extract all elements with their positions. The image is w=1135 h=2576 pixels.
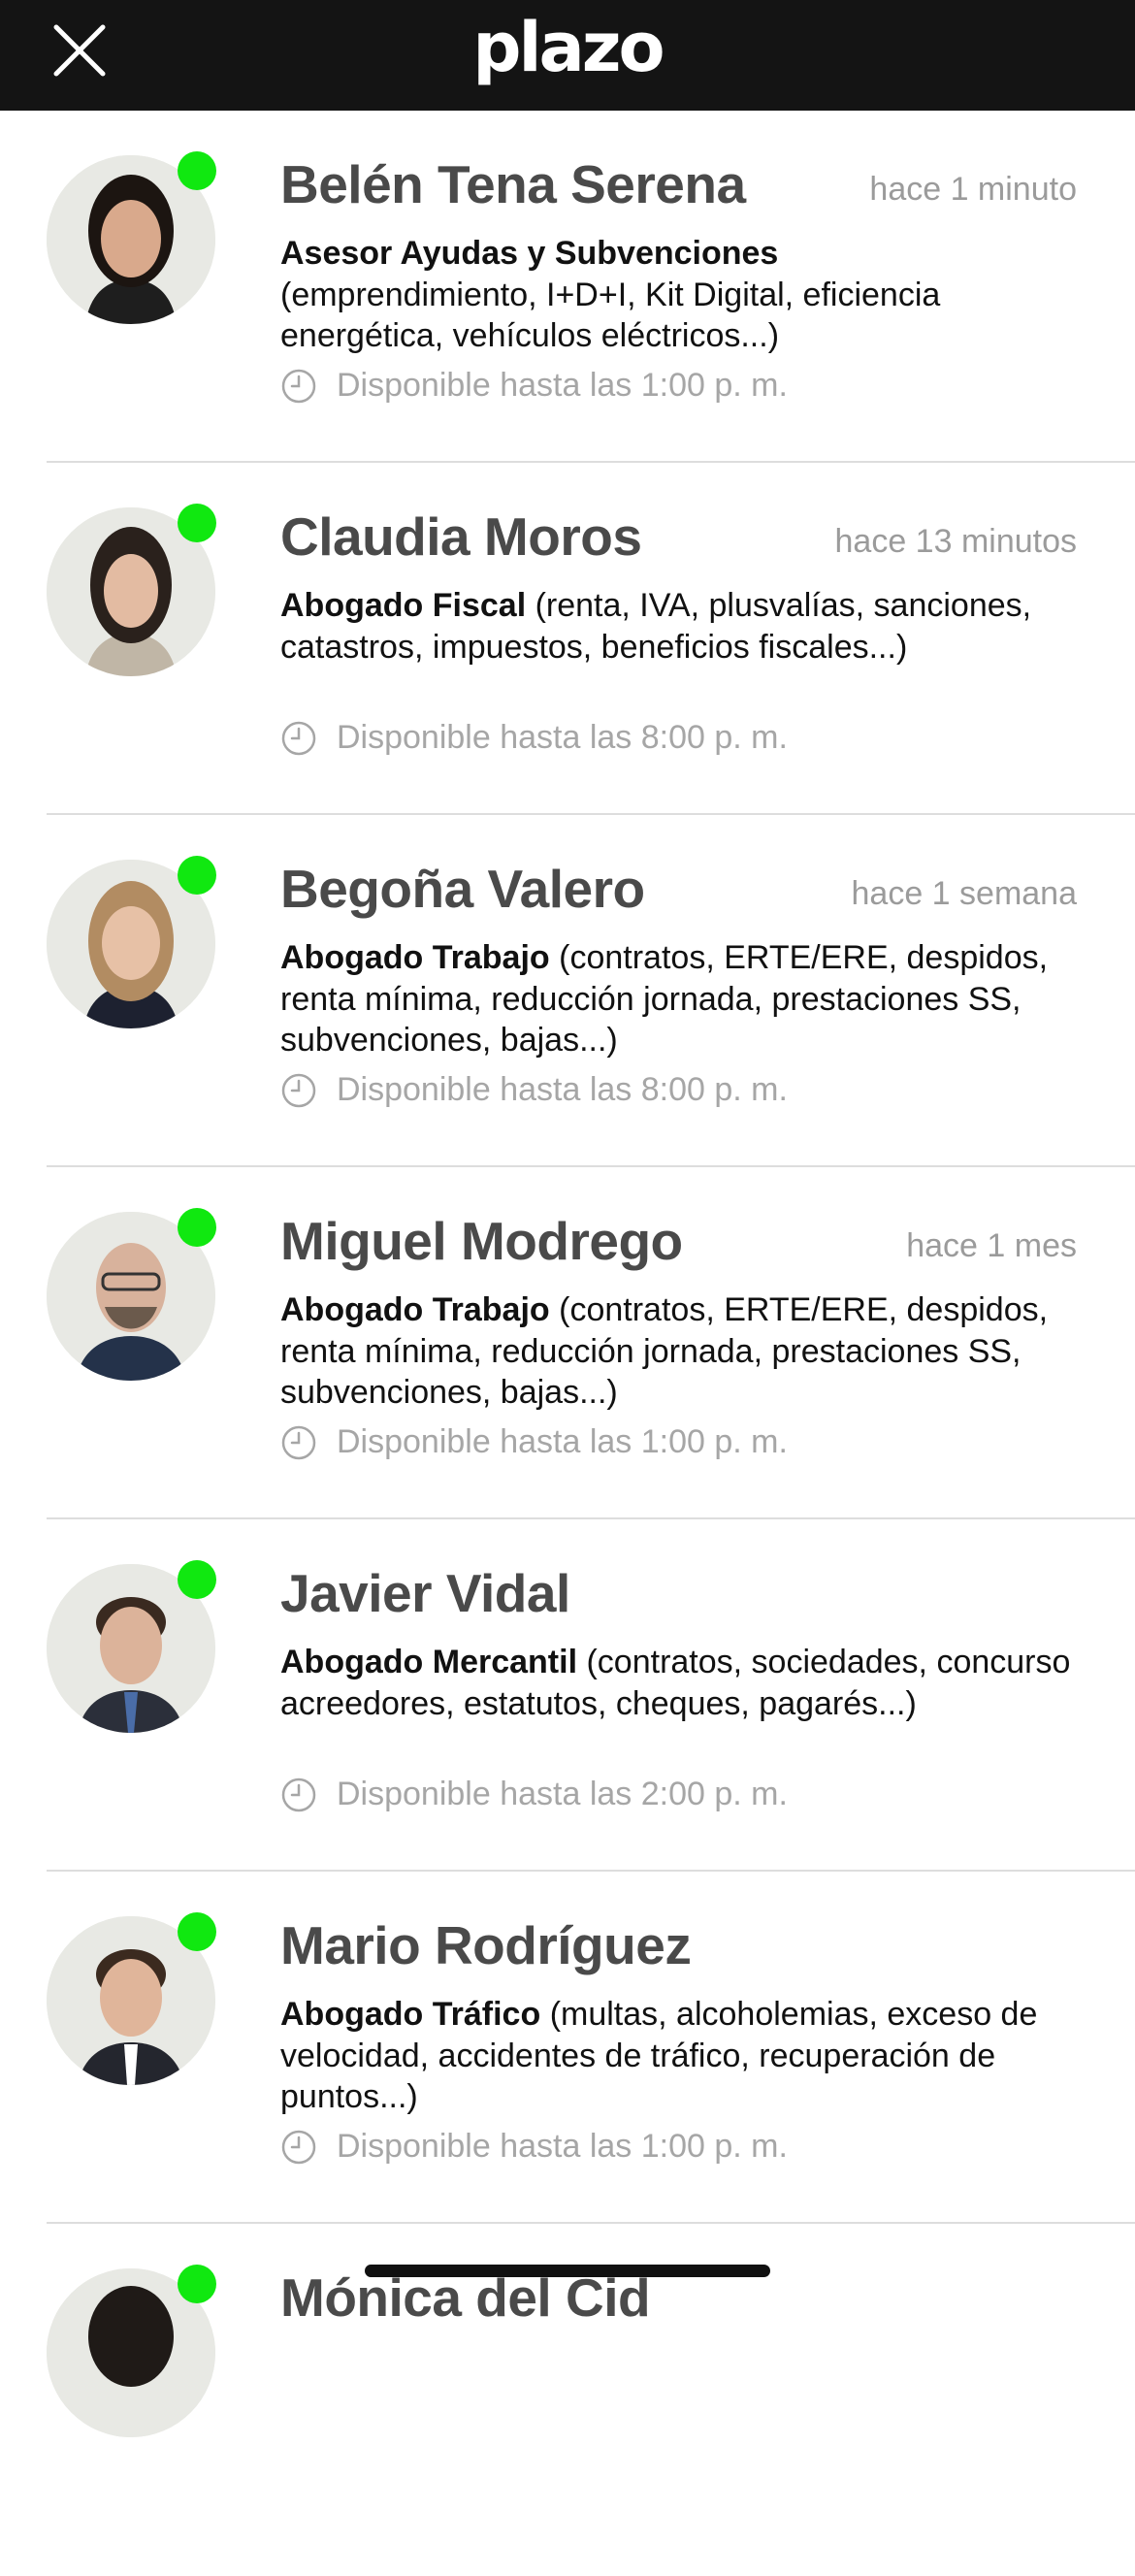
expert-list-item[interactable]: Belén Tena Serena hace 1 minuto Asesor A… <box>47 111 1135 463</box>
expert-description: Abogado Fiscal (renta, IVA, plusvalías, … <box>280 585 1095 668</box>
availability: Disponible hasta las 1:00 p. m. <box>280 2128 1116 2166</box>
expert-list-item[interactable]: Miguel Modrego hace 1 mes Abogado Trabaj… <box>47 1167 1135 1519</box>
expert-role: Abogado Tráfico <box>280 1996 541 2033</box>
clock-icon <box>281 1073 316 1107</box>
availability: Disponible hasta las 1:00 p. m. <box>280 1423 1116 1461</box>
availability-text: Disponible hasta las 1:00 p. m. <box>337 1423 788 1460</box>
availability: Disponible hasta las 2:00 p. m. <box>280 1776 1116 1813</box>
expert-name: Miguel Modrego <box>280 1211 683 1271</box>
online-status-dot <box>178 1208 216 1247</box>
expert-name: Belén Tena Serena <box>280 154 746 214</box>
top-bar: plazo <box>0 0 1135 111</box>
last-seen-time: hace 1 mes <box>906 1227 1077 1264</box>
expert-role: Abogado Trabajo <box>280 939 550 976</box>
expert-description: Abogado Mercantil (contratos, sociedades… <box>280 1642 1095 1724</box>
availability: Disponible hasta las 8:00 p. m. <box>280 1071 1116 1109</box>
expert-list: Belén Tena Serena hace 1 minuto Asesor A… <box>0 111 1135 2576</box>
availability: Disponible hasta las 1:00 p. m. <box>280 367 1116 405</box>
expert-role: Abogado Mercantil <box>280 1644 578 1680</box>
availability-text: Disponible hasta las 1:00 p. m. <box>337 367 788 404</box>
expert-description: Abogado Tráfico (multas, alcoholemias, e… <box>280 1994 1095 2118</box>
expert-role: Abogado Trabajo <box>280 1291 550 1328</box>
clock-icon <box>281 721 316 755</box>
expert-description: Abogado Trabajo (contratos, ERTE/ERE, de… <box>280 1289 1095 1414</box>
clock-icon <box>281 1777 316 1811</box>
home-indicator[interactable] <box>365 2265 770 2277</box>
availability-text: Disponible hasta las 2:00 p. m. <box>337 1776 788 1812</box>
close-icon <box>53 24 106 77</box>
expert-role: Abogado Fiscal <box>280 587 527 624</box>
expert-list-item[interactable]: Javier Vidal Abogado Mercantil (contrato… <box>47 1519 1135 1872</box>
online-status-dot <box>178 1912 216 1951</box>
expert-specialties: (emprendimiento, I+D+I, Kit Digital, efi… <box>280 276 941 355</box>
expert-name: Mario Rodríguez <box>280 1915 692 1975</box>
app-logo: plazo <box>472 8 665 87</box>
expert-name: Javier Vidal <box>280 1563 570 1623</box>
expert-list-item[interactable]: Mario Rodríguez Abogado Tráfico (multas,… <box>47 1872 1135 2224</box>
last-seen-time: hace 1 semana <box>851 875 1078 912</box>
expert-name: Begoña Valero <box>280 859 645 919</box>
expert-list-item[interactable]: Begoña Valero hace 1 semana Abogado Trab… <box>47 815 1135 1167</box>
online-status-dot <box>178 1560 216 1599</box>
clock-icon <box>281 1425 316 1459</box>
availability-text: Disponible hasta las 8:00 p. m. <box>337 719 788 756</box>
expert-name: Claudia Moros <box>280 506 642 567</box>
expert-list-item[interactable]: Claudia Moros hace 13 minutos Abogado Fi… <box>47 463 1135 815</box>
online-status-dot <box>178 151 216 190</box>
availability-text: Disponible hasta las 8:00 p. m. <box>337 1071 788 1108</box>
last-seen-time: hace 1 minuto <box>869 171 1077 208</box>
last-seen-time: hace 13 minutos <box>834 523 1078 560</box>
close-button[interactable] <box>49 19 111 82</box>
clock-icon <box>281 369 316 403</box>
availability: Disponible hasta las 8:00 p. m. <box>280 719 1116 757</box>
online-status-dot <box>178 504 216 542</box>
expert-role: Asesor Ayudas y Subvenciones <box>280 235 779 272</box>
availability-text: Disponible hasta las 1:00 p. m. <box>337 2128 788 2165</box>
online-status-dot <box>178 856 216 895</box>
expert-description: Asesor Ayudas y Subvenciones (emprendimi… <box>280 233 1095 357</box>
expert-description: Abogado Trabajo (contratos, ERTE/ERE, de… <box>280 937 1095 1061</box>
online-status-dot <box>178 2265 216 2303</box>
clock-icon <box>281 2130 316 2164</box>
